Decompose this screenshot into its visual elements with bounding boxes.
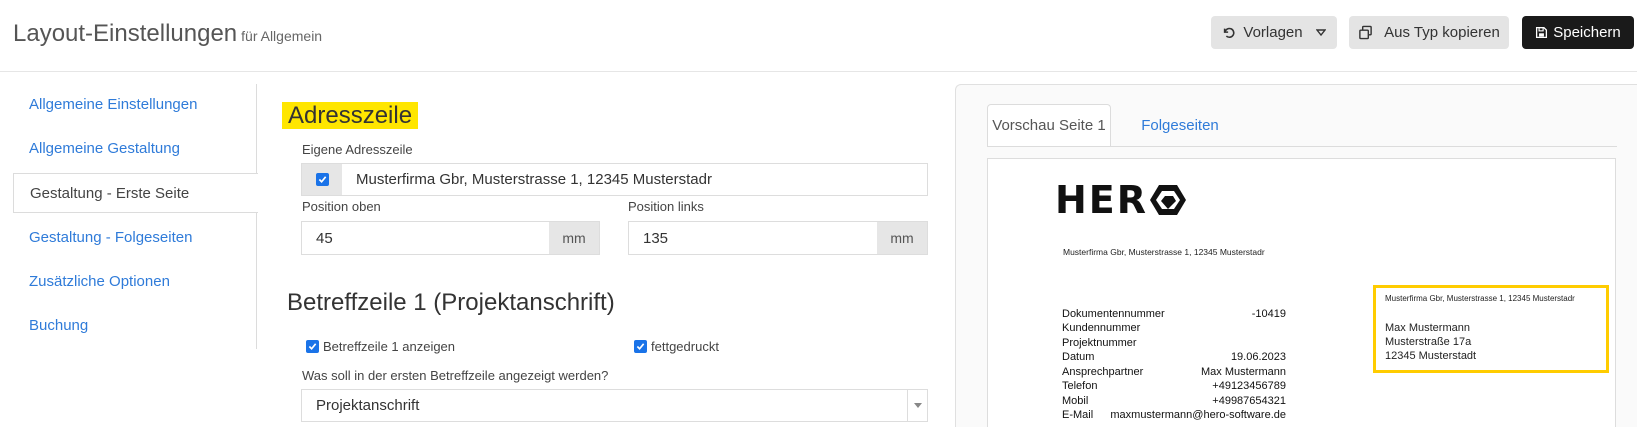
- meta-value: 19.06.2023: [1230, 351, 1286, 363]
- logo-hexagon-icon: [1150, 185, 1187, 215]
- meta-row: Mobil +49987654321: [1062, 395, 1286, 407]
- meta-label: Datum: [1062, 351, 1095, 363]
- position-left-input-group: 135 mm: [628, 221, 928, 255]
- save-button[interactable]: Speichern: [1522, 16, 1634, 49]
- meta-row: Kundennummer: [1062, 322, 1286, 334]
- own-address-checkbox[interactable]: [302, 164, 342, 195]
- tab-divider: [987, 146, 1617, 147]
- meta-row: Telefon +49123456789: [1062, 380, 1286, 392]
- copy-icon: [1359, 25, 1372, 40]
- subject-select-value: Projektanschrift: [316, 397, 420, 414]
- sidebar-item-following-pages[interactable]: Gestaltung - Folgeseiten: [13, 217, 257, 257]
- show-subject-checkbox[interactable]: Betreffzeile 1 anzeigen: [306, 339, 455, 354]
- meta-value: +49123456789: [1212, 380, 1286, 392]
- page-header: Layout-Einstellungen für Allgemein Vorlag…: [0, 0, 1637, 72]
- copy-from-type-button[interactable]: Aus Typ kopieren: [1349, 16, 1509, 49]
- address-section-title-text: Adresszeile: [282, 102, 419, 129]
- meta-value: Max Mustermann: [1201, 366, 1286, 378]
- hero-logo: HER: [1055, 181, 1187, 219]
- tab-following-pages[interactable]: Folgeseiten: [1125, 104, 1235, 147]
- tab-preview-first-page[interactable]: Vorschau Seite 1: [987, 104, 1111, 147]
- logo-text: HER: [1055, 178, 1149, 222]
- own-address-field[interactable]: Musterfirma Gbr, Musterstrasse 1, 12345 …: [342, 164, 927, 195]
- meta-row: Projektnummer: [1062, 337, 1286, 349]
- chevron-down-icon: [1315, 28, 1326, 36]
- address-section-title: Adresszeile: [282, 102, 419, 130]
- page-subtitle: für Allgemein: [241, 28, 323, 44]
- recipient-name: Max Mustermann: [1385, 322, 1470, 334]
- recipient-address: Max Mustermann Musterstraße 17a 12345 Mu…: [1385, 321, 1476, 363]
- checkbox-checked-icon: [306, 340, 319, 353]
- meta-value: +49987654321: [1212, 395, 1286, 407]
- subject-section-title: Betreffzeile 1 (Projektanschrift): [287, 289, 615, 316]
- meta-label: E-Mail: [1062, 409, 1094, 421]
- position-left-field[interactable]: 135: [629, 222, 877, 254]
- bold-checkbox[interactable]: fettgedruckt: [634, 339, 719, 354]
- bold-label: fettgedruckt: [651, 339, 719, 354]
- recipient-city: 12345 Musterstadt: [1385, 350, 1477, 362]
- meta-row: E-Mail maxmustermann@hero-software.de: [1062, 409, 1286, 421]
- sidebar-item-booking[interactable]: Buchung: [13, 305, 257, 345]
- subject-question-label: Was soll in der ersten Betreffzeile ange…: [302, 368, 609, 383]
- subject-select[interactable]: Projektanschrift: [301, 389, 928, 422]
- sender-line: Musterfirma Gbr, Musterstrasse 1, 12345 …: [1063, 247, 1265, 257]
- position-left-label: Position links: [628, 199, 704, 214]
- meta-label: Projektnummer: [1062, 337, 1137, 349]
- templates-dropdown-button[interactable]: Vorlagen: [1211, 16, 1337, 49]
- meta-row: Dokumentennummer -10419: [1062, 308, 1286, 320]
- sidebar-item-general-settings[interactable]: Allgemeine Einstellungen: [13, 84, 257, 124]
- meta-label: Telefon: [1062, 380, 1098, 392]
- position-top-field[interactable]: 45: [302, 222, 549, 254]
- own-address-input-group: Musterfirma Gbr, Musterstrasse 1, 12345 …: [301, 163, 928, 196]
- show-subject-label: Betreffzeile 1 anzeigen: [323, 339, 456, 354]
- own-address-label: Eigene Adresszeile: [302, 142, 413, 157]
- meta-label: Dokumentennummer: [1062, 308, 1165, 320]
- position-top-label: Position oben: [302, 199, 381, 214]
- meta-value: -10419: [1251, 308, 1286, 320]
- meta-label: Kundennummer: [1062, 322, 1141, 334]
- meta-label: Mobil: [1062, 395, 1089, 407]
- position-left-unit: mm: [877, 222, 927, 254]
- sidebar-item-additional-options[interactable]: Zusätzliche Optionen: [13, 261, 257, 301]
- select-caret-icon: [907, 390, 927, 421]
- save-icon: [1536, 26, 1548, 39]
- settings-sidebar: Allgemeine Einstellungen Allgemeine Gest…: [13, 84, 258, 349]
- position-top-input-group: 45 mm: [301, 221, 600, 255]
- templates-label: Vorlagen: [1243, 24, 1303, 41]
- checkbox-checked-icon: [634, 340, 647, 353]
- page-title: Layout-Einstellungen für Allgemein: [13, 20, 322, 48]
- copy-label: Aus Typ kopieren: [1384, 24, 1500, 41]
- recipient-street: Musterstraße 17a: [1385, 336, 1472, 348]
- sidebar-item-first-page[interactable]: Gestaltung - Erste Seite: [13, 173, 258, 213]
- checkbox-checked-icon: [315, 173, 329, 186]
- meta-row: Ansprechpartner Max Mustermann: [1062, 366, 1286, 378]
- box-sender-line: Musterfirma Gbr, Musterstrasse 1, 12345 …: [1385, 294, 1575, 303]
- position-top-unit: mm: [549, 222, 599, 254]
- meta-value: maxmustermann@hero-software.de: [1110, 409, 1286, 421]
- meta-label: Ansprechpartner: [1062, 366, 1144, 378]
- meta-row: Datum 19.06.2023: [1062, 351, 1286, 363]
- page-title-text: Layout-Einstellungen: [13, 20, 238, 47]
- undo-icon: [1224, 27, 1235, 38]
- sidebar-item-general-design[interactable]: Allgemeine Gestaltung: [13, 128, 257, 168]
- save-label: Speichern: [1553, 24, 1621, 41]
